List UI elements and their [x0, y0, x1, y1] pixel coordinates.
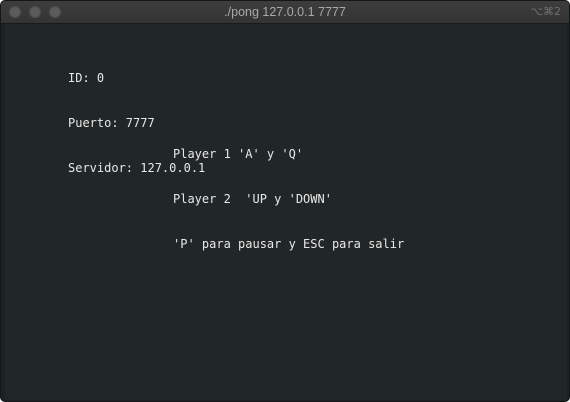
pause-exit-help: 'P' para pausar y ESC para salir [173, 237, 405, 251]
controls-help: Player 1 'A' y 'Q' Player 2 'UP y 'DOWN'… [173, 117, 404, 282]
terminal-window: ./pong 127.0.0.1 7777 ⌥⌘2 ID: 0 Puerto: … [0, 0, 570, 402]
title-bar[interactable]: ./pong 127.0.0.1 7777 ⌥⌘2 [1, 1, 569, 24]
player2-controls: Player 2 'UP y 'DOWN' [173, 192, 332, 206]
window-title: ./pong 127.0.0.1 7777 [224, 5, 346, 19]
terminal-content[interactable]: ID: 0 Puerto: 7777 Servidor: 127.0.0.1 P… [5, 24, 567, 400]
player1-controls: Player 1 'A' y 'Q' [173, 147, 304, 161]
id-line: ID: 0 [68, 71, 105, 85]
window-shortcut: ⌥⌘2 [530, 5, 561, 18]
